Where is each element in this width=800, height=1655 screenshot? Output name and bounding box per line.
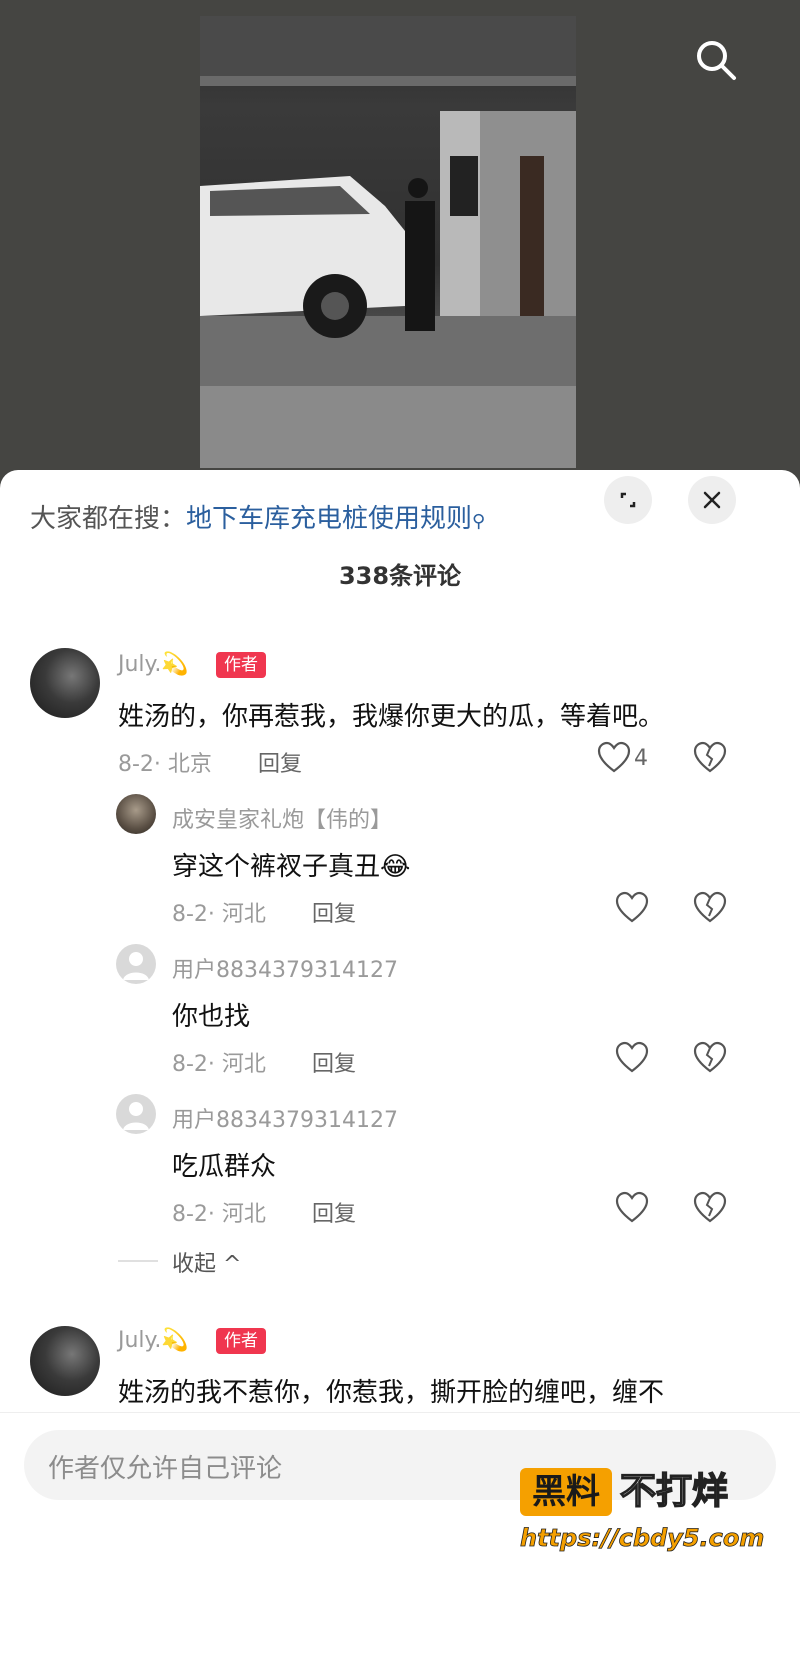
reply-text: 穿这个裤衩子真丑😂	[172, 852, 411, 882]
search-mini-icon: ⚲	[472, 511, 486, 532]
broken-heart-icon	[693, 1041, 727, 1073]
reply-username[interactable]: 用户8834379314127	[172, 952, 398, 984]
dislike-button[interactable]	[692, 1040, 728, 1076]
default-avatar[interactable]	[116, 1094, 156, 1134]
search-button[interactable]	[692, 36, 740, 84]
user-silhouette-icon	[123, 952, 149, 980]
watermark: 黑料 不打烊 https://cbdy5.com	[520, 1468, 765, 1588]
reply-text: 你也找	[172, 1002, 251, 1032]
like-button[interactable]	[614, 890, 650, 926]
dislike-button[interactable]	[692, 890, 728, 926]
collapse-divider	[118, 1260, 158, 1262]
comment-username[interactable]: July.💫	[118, 1328, 189, 1353]
like-button[interactable]	[596, 740, 632, 776]
collapse-replies-button[interactable]: 收起 ^	[172, 1246, 241, 1278]
reply-username[interactable]: 成安皇家礼炮【伟的】	[172, 802, 392, 834]
heart-icon	[615, 1041, 649, 1073]
dislike-button[interactable]	[692, 1190, 728, 1226]
comment-text: 姓汤的，你再惹我，我爆你更大的瓜，等着吧。	[118, 702, 665, 732]
like-button[interactable]	[614, 1040, 650, 1076]
garage-scene-image	[200, 16, 576, 468]
like-count: 4	[634, 746, 648, 771]
like-button[interactable]	[614, 1190, 650, 1226]
comment-text: 姓汤的我不惹你，你惹我，撕开脸的缠吧，缠不	[118, 1378, 665, 1408]
author-badge: 作者	[216, 1328, 266, 1354]
author-badge: 作者	[216, 652, 266, 678]
comment-input-placeholder: 作者仅允许自己评论	[48, 1454, 283, 1484]
reply-button[interactable]: 回复	[258, 746, 302, 778]
close-button[interactable]	[688, 476, 736, 524]
hot-search-term[interactable]: 地下车库充电桩使用规则	[186, 504, 472, 534]
search-icon	[697, 41, 736, 80]
avatar[interactable]	[30, 648, 100, 718]
watermark-url: https://cbdy5.com	[520, 1524, 765, 1553]
hot-search-prefix: 大家都在搜：	[30, 504, 187, 534]
reply-button[interactable]: 回复	[312, 896, 356, 928]
comment-meta: 8-2· 北京	[118, 752, 212, 777]
expand-button[interactable]	[604, 476, 652, 524]
reply-text: 吃瓜群众	[172, 1152, 277, 1182]
comment-username[interactable]: July.💫	[118, 652, 189, 677]
comments-count-title: 338条评论	[338, 562, 462, 590]
broken-heart-icon	[693, 1191, 727, 1223]
reply-meta: 8-2· 河北	[172, 1052, 266, 1077]
hot-search-bar[interactable]: 大家都在搜：地下车库充电桩使用规则⚲	[30, 498, 486, 534]
avatar[interactable]	[30, 1326, 100, 1396]
heart-icon	[615, 1191, 649, 1223]
heart-icon	[615, 891, 649, 923]
user-silhouette-icon	[123, 1102, 149, 1130]
reply-meta: 8-2· 河北	[172, 902, 266, 927]
broken-heart-icon	[693, 741, 727, 773]
reply-meta: 8-2· 河北	[172, 1202, 266, 1227]
default-avatar[interactable]	[116, 944, 156, 984]
video-thumbnail[interactable]	[200, 16, 576, 468]
reply-button[interactable]: 回复	[312, 1196, 356, 1228]
avatar[interactable]	[116, 794, 156, 834]
expand-icon	[620, 492, 636, 508]
reply-button[interactable]: 回复	[312, 1046, 356, 1078]
dislike-button[interactable]	[692, 740, 728, 776]
reply-username[interactable]: 用户8834379314127	[172, 1102, 398, 1134]
heart-icon	[597, 741, 631, 773]
watermark-box: 黑料	[520, 1468, 612, 1516]
watermark-text: 不打烊	[619, 1470, 729, 1513]
broken-heart-icon	[693, 891, 727, 923]
close-icon	[703, 491, 721, 509]
